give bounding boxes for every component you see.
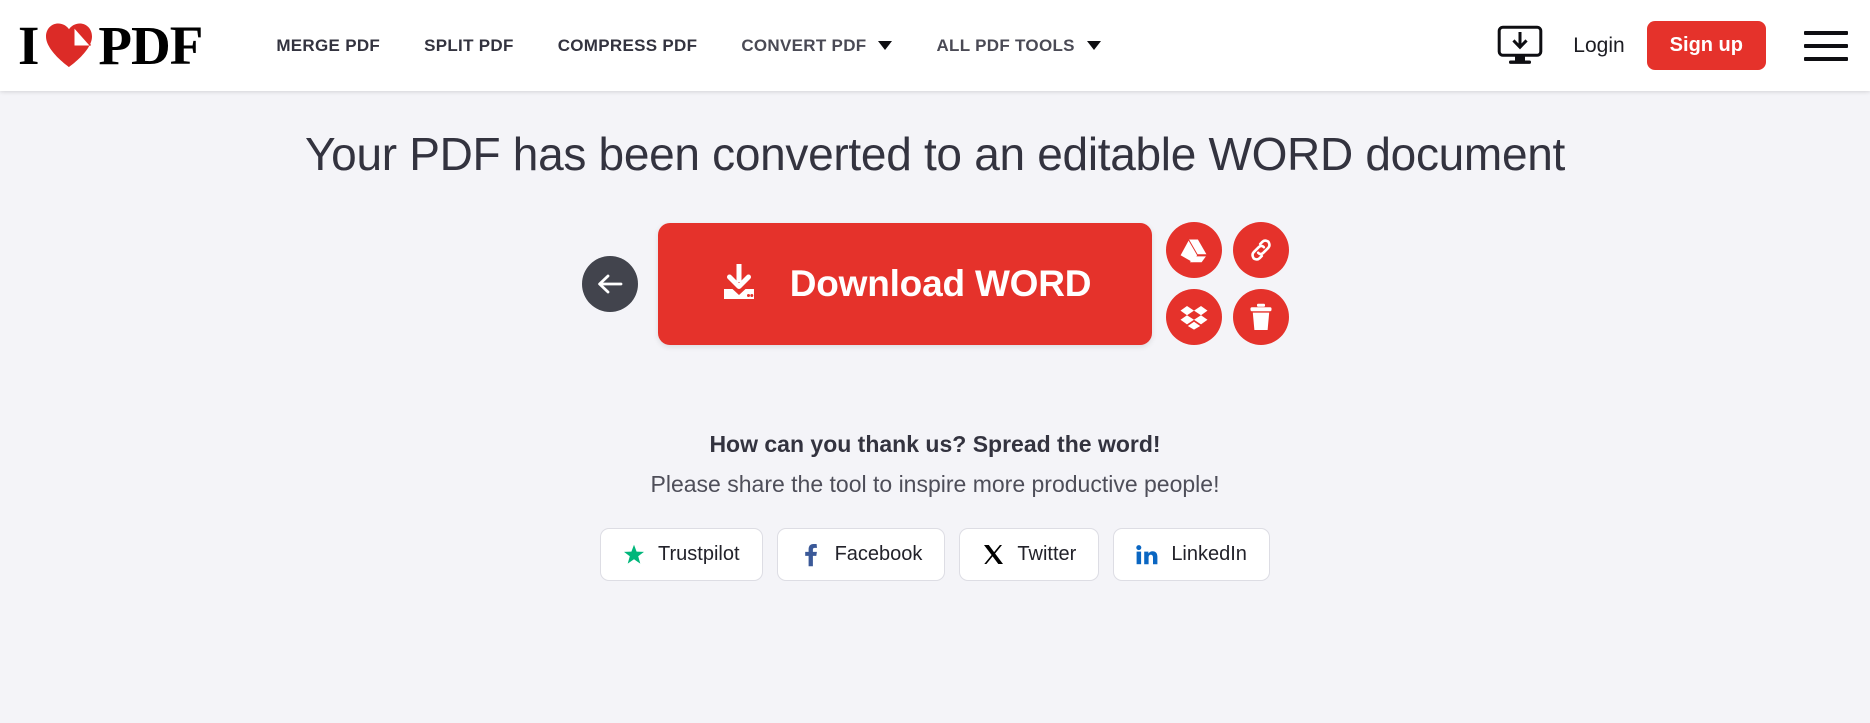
share-subtitle: Please share the tool to inspire more pr… bbox=[650, 471, 1220, 498]
logo-letter-i: I bbox=[18, 15, 39, 76]
primary-navigation: MERGE PDF SPLIT PDF COMPRESS PDF CONVERT… bbox=[254, 36, 1497, 56]
monitor-download-icon[interactable] bbox=[1497, 25, 1543, 67]
site-logo[interactable]: I PDF bbox=[18, 15, 203, 76]
nav-compress-pdf-label: COMPRESS PDF bbox=[557, 35, 698, 55]
link-icon bbox=[1250, 239, 1271, 261]
delete-file-button[interactable] bbox=[1232, 289, 1289, 346]
login-link[interactable]: Login bbox=[1573, 34, 1624, 58]
hamburger-menu-icon[interactable] bbox=[1804, 30, 1848, 61]
site-header: I PDF MERGE PDF SPLIT PDF COMPRESS PDF C… bbox=[0, 0, 1870, 91]
download-icon bbox=[718, 261, 760, 306]
nav-merge-pdf-label: MERGE PDF bbox=[276, 35, 381, 55]
signup-button[interactable]: Sign up bbox=[1646, 21, 1766, 70]
heart-page-icon bbox=[44, 21, 94, 71]
download-word-button[interactable]: Download WORD bbox=[657, 222, 1152, 345]
save-to-dropbox-button[interactable] bbox=[1165, 289, 1222, 346]
share-trustpilot-label: Trustpilot bbox=[658, 543, 740, 566]
download-word-label: Download WORD bbox=[789, 262, 1092, 304]
share-section: How can you thank us? Spread the word! P… bbox=[0, 431, 1870, 582]
nav-convert-pdf[interactable]: CONVERT PDF bbox=[719, 36, 914, 56]
chevron-down-icon bbox=[878, 41, 893, 50]
arrow-left-icon bbox=[597, 274, 622, 294]
nav-split-pdf-label: SPLIT PDF bbox=[424, 35, 514, 55]
side-action-buttons bbox=[1165, 222, 1289, 346]
download-action-row: Download WORD bbox=[0, 222, 1870, 346]
nav-split-pdf[interactable]: SPLIT PDF bbox=[402, 36, 536, 56]
copy-link-button[interactable] bbox=[1232, 222, 1289, 279]
nav-merge-pdf[interactable]: MERGE PDF bbox=[254, 36, 402, 56]
nav-convert-pdf-label: CONVERT PDF bbox=[741, 35, 867, 55]
linkedin-icon bbox=[1136, 544, 1158, 566]
hamburger-bar bbox=[1804, 30, 1848, 35]
share-linkedin-label: LinkedIn bbox=[1171, 543, 1247, 566]
trustpilot-star-icon bbox=[623, 544, 645, 566]
main-content: Your PDF has been converted to an editab… bbox=[0, 91, 1870, 582]
google-drive-icon bbox=[1180, 239, 1207, 262]
nav-all-pdf-tools-label: ALL PDF TOOLS bbox=[936, 35, 1075, 55]
nav-compress-pdf[interactable]: COMPRESS PDF bbox=[536, 36, 720, 56]
share-twitter-button[interactable]: Twitter bbox=[959, 528, 1100, 582]
twitter-x-icon bbox=[982, 544, 1004, 566]
nav-all-pdf-tools[interactable]: ALL PDF TOOLS bbox=[914, 36, 1122, 56]
share-trustpilot-button[interactable]: Trustpilot bbox=[600, 528, 763, 582]
share-facebook-label: Facebook bbox=[834, 543, 923, 566]
social-share-buttons: Trustpilot Facebook Twitter LinkedIn bbox=[0, 528, 1870, 582]
share-facebook-button[interactable]: Facebook bbox=[776, 528, 946, 582]
logo-text-pdf: PDF bbox=[98, 15, 203, 76]
save-to-google-drive-button[interactable] bbox=[1165, 222, 1222, 279]
hamburger-bar bbox=[1804, 43, 1848, 48]
back-button[interactable] bbox=[581, 255, 638, 312]
chevron-down-icon bbox=[1086, 41, 1101, 50]
hamburger-bar bbox=[1804, 56, 1848, 61]
trash-icon bbox=[1250, 303, 1271, 331]
share-title: How can you thank us? Spread the word! bbox=[709, 431, 1161, 458]
facebook-icon bbox=[800, 543, 822, 566]
dropbox-icon bbox=[1180, 305, 1207, 330]
header-actions: Login Sign up bbox=[1497, 21, 1848, 70]
share-twitter-label: Twitter bbox=[1017, 543, 1077, 566]
page-title: Your PDF has been converted to an editab… bbox=[305, 128, 1565, 180]
share-linkedin-button[interactable]: LinkedIn bbox=[1113, 528, 1270, 582]
